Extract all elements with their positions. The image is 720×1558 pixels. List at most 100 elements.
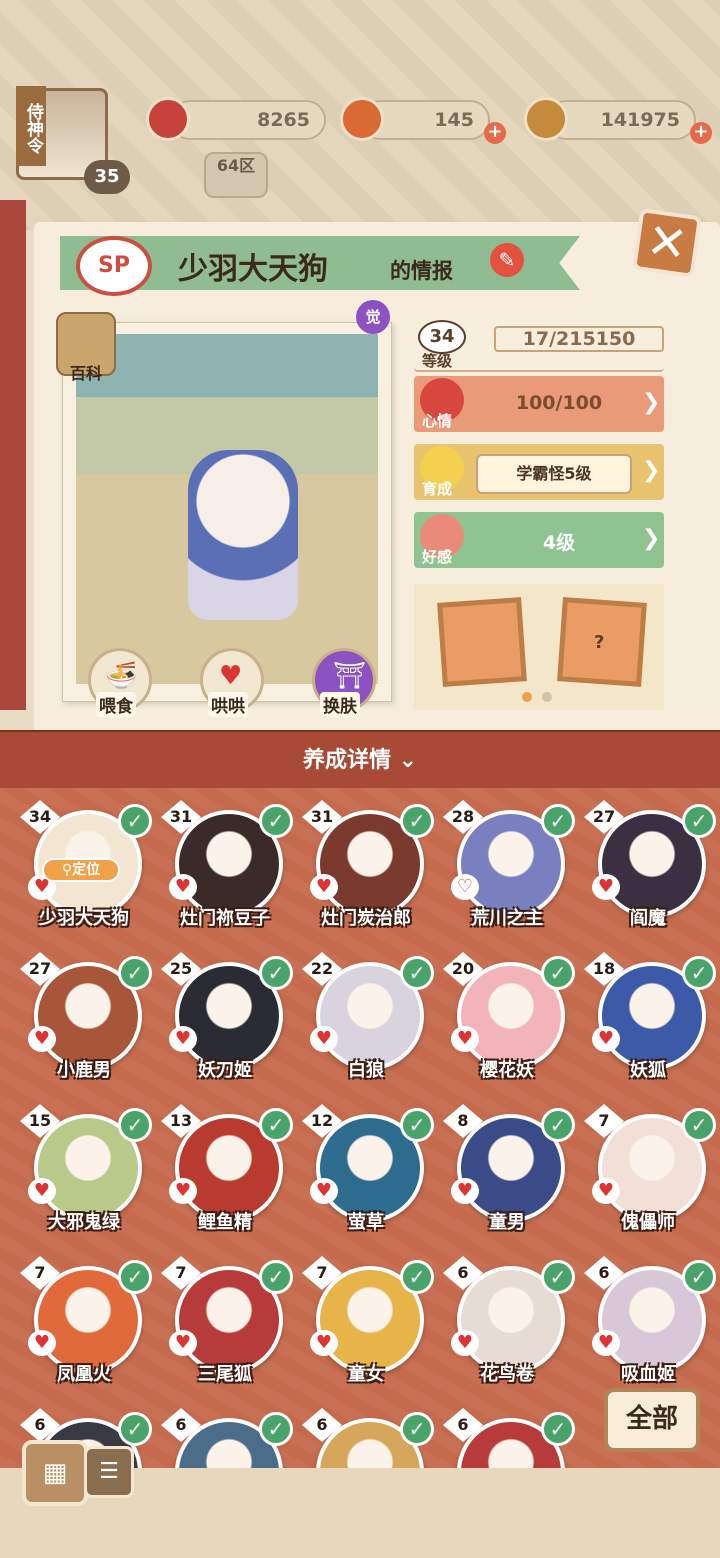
location-pin-icon: ⚲	[61, 862, 73, 878]
server-zone: 64区	[204, 152, 268, 198]
heart-icon: ♥	[310, 1330, 338, 1356]
rarity-badge: SP	[76, 236, 152, 296]
heart-icon: ♥	[451, 1026, 479, 1052]
roster-card[interactable]: 20 ✓ ♥ 樱花妖	[443, 952, 575, 1092]
heart-icon: ♥	[169, 1330, 197, 1356]
heart-icon: ♥	[310, 1026, 338, 1052]
card-name: 凤凰火	[57, 1364, 111, 1385]
roster-card[interactable]: 7 ✓ ♥ 傀儡师	[584, 1104, 716, 1244]
double-chevron-down-icon: ⌄	[398, 748, 418, 773]
heart-icon: ♥	[28, 1026, 56, 1052]
roster-card[interactable]: 15 ✓ ♥ 大邪鬼绿	[20, 1104, 152, 1244]
heart-icon: ♥	[592, 874, 620, 900]
card-name: 少羽大天狗	[39, 908, 129, 929]
roster-card[interactable]: 13 ✓ ♥ 鲤鱼精	[161, 1104, 293, 1244]
heart-icon: ♥	[310, 874, 338, 900]
heart-icon: ♥	[28, 1330, 56, 1356]
jade-add-button[interactable]: +	[484, 122, 506, 144]
filter-all-button[interactable]: 全部	[604, 1388, 700, 1452]
awakened-badge: 觉	[356, 300, 390, 334]
checkmark-icon: ✓	[541, 1412, 575, 1446]
book-spine	[0, 200, 26, 710]
chevron-right-icon: ❯	[642, 390, 661, 415]
plum-currency-value: 8265	[257, 109, 310, 131]
list-view-icon[interactable]: ☰	[84, 1446, 134, 1498]
roster-card[interactable]: 34 ✓ ♥ ⚲定位 少羽大天狗	[20, 800, 152, 940]
roster-card[interactable]: 12 ✓ ♥ 萤草	[302, 1104, 434, 1244]
roster-card[interactable]: 31 ✓ ♥ 灶门祢豆子	[161, 800, 293, 940]
checkmark-icon: ✓	[259, 1412, 293, 1446]
roster-card[interactable]: 7 ✓ ♥ 三尾狐	[161, 1256, 293, 1396]
roster-card[interactable]: 18 ✓ ♥ 妖狐	[584, 952, 716, 1092]
roster-card[interactable]: 27 ✓ ♥ 阎魔	[584, 800, 716, 940]
checkmark-icon: ✓	[259, 1108, 293, 1142]
card-name: 童男	[489, 1212, 525, 1233]
checkmark-icon: ✓	[682, 1260, 716, 1294]
coin-add-button[interactable]: +	[690, 122, 712, 144]
wiki-label: 百科	[70, 364, 103, 383]
level-number: 34	[418, 320, 466, 354]
growth-value: 学霸怪5级	[476, 454, 632, 494]
card-name: 三尾狐	[198, 1364, 252, 1385]
checkmark-icon: ✓	[259, 1260, 293, 1294]
roster-card[interactable]: 22 ✓ ♥ 白狼	[302, 952, 434, 1092]
roster-card[interactable]: 25 ✓ ♥ 妖刀姬	[161, 952, 293, 1092]
locate-badge[interactable]: ⚲定位	[42, 858, 120, 882]
pager-dot[interactable]	[542, 692, 552, 702]
heart-icon: ♥	[592, 1178, 620, 1204]
level-label: 等级	[422, 352, 453, 370]
roster-card[interactable]: 28 ✓ ♡ 荒川之主	[443, 800, 575, 940]
edit-pencil-icon[interactable]: ✎	[490, 243, 524, 277]
checkmark-icon: ✓	[682, 956, 716, 990]
affinity-label: 好感	[422, 548, 453, 566]
roster-card[interactable]: 7 ✓ ♥ 凤凰火	[20, 1256, 152, 1396]
heart-icon: ♥	[451, 1330, 479, 1356]
affinity-row[interactable]: 好感 4级 ❯	[414, 512, 664, 568]
shikigami-model[interactable]	[188, 450, 298, 620]
mood-row[interactable]: 心情 100/100 ❯	[414, 376, 664, 432]
player-title-badge: 侍神令	[16, 86, 46, 166]
heart-icon: ♥	[169, 1026, 197, 1052]
kimono-icon: ⛩	[333, 661, 367, 691]
growth-label: 育成	[422, 480, 453, 498]
soul-jade-icon	[340, 97, 384, 141]
roster-card[interactable]: 31 ✓ ♥ 灶门炭治郎	[302, 800, 434, 940]
card-name: 花鸟卷	[480, 1364, 534, 1385]
checkmark-icon: ✓	[259, 956, 293, 990]
checkmark-icon: ✓	[400, 1412, 434, 1446]
card-name: 鲤鱼精	[198, 1212, 252, 1233]
card-name: 吸血姬	[621, 1364, 675, 1385]
coin-currency-counter: 141975	[546, 100, 696, 140]
affinity-value: 4级	[542, 532, 576, 554]
name-suffix: 的情报	[390, 259, 453, 283]
mood-label: 心情	[422, 412, 453, 430]
exp-value: 17/215150	[494, 326, 664, 352]
card-name: 荒川之主	[471, 908, 543, 929]
heart-icon: ♥	[310, 1178, 338, 1204]
roster-card[interactable]: 6 ✓ ♥ 花鸟卷	[443, 1256, 575, 1396]
close-button[interactable]: ✕	[631, 207, 703, 279]
pager-dot-active[interactable]	[522, 692, 532, 702]
heart-icon: ♥	[28, 1178, 56, 1204]
details-toggle[interactable]: 养成详情 ⌄	[0, 742, 720, 774]
player-level: 35	[84, 160, 130, 194]
checkmark-icon: ✓	[541, 1108, 575, 1142]
card-name: 童女	[348, 1364, 384, 1385]
roster-card[interactable]: 7 ✓ ♥ 童女	[302, 1256, 434, 1396]
checkmark-icon: ✓	[541, 1260, 575, 1294]
heart-icon: ♥	[592, 1330, 620, 1356]
checkmark-icon: ✓	[118, 1412, 152, 1446]
checkmark-icon: ✓	[682, 804, 716, 838]
hotpot-item-frame[interactable]	[437, 597, 527, 687]
roster-card[interactable]: 27 ✓ ♥ 小鹿男	[20, 952, 152, 1092]
card-name: 小鹿男	[57, 1060, 111, 1081]
plum-blossom-icon	[146, 97, 190, 141]
grid-view-icon[interactable]: ▦	[22, 1440, 88, 1506]
checkmark-icon: ✓	[118, 1108, 152, 1142]
roster-card[interactable]: 8 ✓ ♥ 童男	[443, 1104, 575, 1244]
card-name: 傀儡师	[621, 1212, 675, 1233]
chevron-right-icon: ❯	[642, 526, 661, 551]
roster-card[interactable]: 6 ✓ ♥ 吸血姬	[584, 1256, 716, 1396]
feed-label: 喂食	[96, 692, 136, 717]
question-mark-icon: ?	[594, 632, 605, 653]
